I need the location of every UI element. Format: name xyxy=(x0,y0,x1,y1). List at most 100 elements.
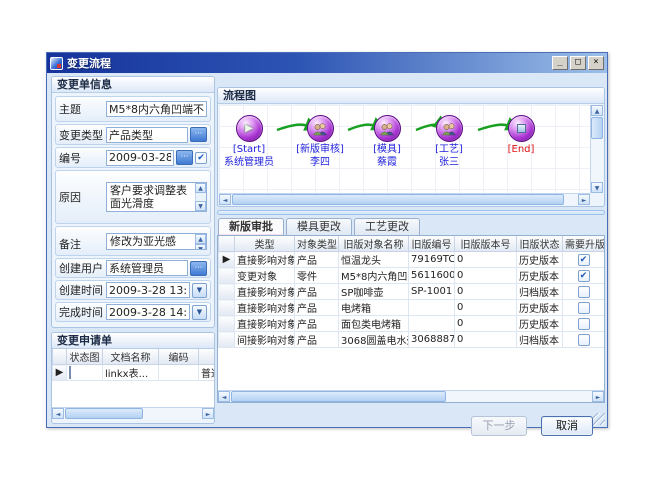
creator-input[interactable] xyxy=(106,260,188,276)
approval-table-hscrollbar[interactable]: ◄ ► xyxy=(218,390,604,402)
column-header[interactable]: 旧版对象名称 xyxy=(339,236,409,252)
finish-time-input[interactable] xyxy=(106,304,190,320)
tab-1[interactable]: 模具更改 xyxy=(286,218,352,235)
create-time-input[interactable] xyxy=(106,282,190,298)
cancel-button[interactable]: 取消 xyxy=(541,416,593,436)
flow-canvas[interactable]: ▶[Start]系统管理员 [新版审核]李四 [模具]蔡霞 [工艺]张三[End… xyxy=(219,105,590,193)
flow-node-start[interactable]: ▶[Start]系统管理员 xyxy=(219,115,281,168)
column-header[interactable]: 对象类型 xyxy=(295,236,339,252)
ellipsis-icon[interactable]: ··· xyxy=(176,150,193,165)
flow-node-2[interactable]: [模具]蔡霞 xyxy=(355,115,419,168)
scroll-left-icon[interactable]: ◄ xyxy=(52,408,64,419)
flow-node-1[interactable]: [新版审核]李四 xyxy=(288,115,352,168)
client-area: 变更单信息 主题 变更类型 ··· xyxy=(47,73,607,427)
close-icon[interactable]: × xyxy=(588,56,604,70)
ellipsis-icon[interactable]: ··· xyxy=(190,261,207,276)
upgrade-checkbox[interactable] xyxy=(578,302,590,314)
chevron-down-icon[interactable]: ▼ xyxy=(192,305,207,320)
table-row[interactable]: 变更对象零件M5*8内六角凹...56116000历史版本✔M5*8 xyxy=(219,268,605,284)
scroll-right-icon[interactable]: ► xyxy=(592,391,604,402)
column-header[interactable] xyxy=(199,349,215,365)
table-row[interactable]: 直接影响对象产品SP咖啡壶SP-10010归档版本SP咖 xyxy=(219,284,605,300)
window-title: 变更流程 xyxy=(67,55,111,71)
upgrade-checkbox[interactable] xyxy=(578,318,590,330)
next-step-button[interactable]: 下一步 xyxy=(471,416,527,436)
table-row[interactable]: 直接影响对象产品电烤箱0历史版本 xyxy=(219,300,605,316)
tab-0[interactable]: 新版审批 xyxy=(218,218,284,236)
column-header[interactable]: 旧版编号 xyxy=(409,236,455,252)
hscroll-thumb[interactable] xyxy=(65,408,143,419)
number-checkbox[interactable]: ✔ xyxy=(195,152,207,164)
splitter-handle[interactable] xyxy=(217,210,605,215)
field-label: 主题 xyxy=(59,101,106,117)
scroll-right-icon[interactable]: ► xyxy=(202,408,214,419)
table-row[interactable]: 直接影响对象产品面包类电烤箱0历史版本 xyxy=(219,316,605,332)
change-process-window: 变更流程 _ □ × 变更单信息 主题 变更 xyxy=(46,52,608,428)
scroll-down-icon[interactable]: ▼ xyxy=(195,244,206,250)
change-order-panel: 变更单信息 主题 变更类型 ··· xyxy=(51,76,215,425)
change-type-input[interactable] xyxy=(106,127,188,143)
upgrade-checkbox[interactable] xyxy=(578,334,590,346)
column-header[interactable]: 类型 xyxy=(235,236,295,252)
tab-2[interactable]: 工艺更改 xyxy=(354,218,420,235)
chevron-down-icon[interactable]: ▼ xyxy=(192,283,207,298)
reason-textarea[interactable]: 客户要求调整表面光滑度 ▲ ▼ xyxy=(106,182,207,212)
type-cell: 间接影响对象 xyxy=(235,332,295,348)
request-table-hscrollbar[interactable]: ◄ ► xyxy=(52,407,214,419)
column-header[interactable]: 需要升版 xyxy=(563,236,605,252)
scroll-right-icon[interactable]: ► xyxy=(578,194,590,205)
scroll-down-icon[interactable]: ▼ xyxy=(591,182,603,193)
ellipsis-icon[interactable]: ··· xyxy=(190,127,207,142)
scroll-up-icon[interactable]: ▲ xyxy=(195,183,206,193)
column-header[interactable]: 编码 xyxy=(159,349,199,365)
scroll-left-icon[interactable]: ◄ xyxy=(219,194,231,205)
field-label: 创建时间 xyxy=(59,282,106,298)
flow-vscrollbar[interactable]: ▲ ▼ xyxy=(590,105,603,193)
desktop: 变更流程 _ □ × 变更单信息 主题 变更 xyxy=(0,0,660,477)
flow-and-detail-panel: 流程图 ▶[St xyxy=(217,76,605,446)
table-row[interactable]: 间接影响对象产品3068圆盖电水壶30688870归档版本 xyxy=(219,332,605,348)
table-row[interactable]: ▶直接影响对象产品恒温龙头79169TC0历史版本✔ xyxy=(219,252,605,268)
upgrade-cell xyxy=(563,332,605,348)
flow-node-assignee: 李四 xyxy=(288,157,352,168)
scroll-left-icon[interactable]: ◄ xyxy=(218,391,230,402)
remark-textarea[interactable]: 修改为亚光感 ▲ ▼ xyxy=(106,233,207,250)
upgrade-checkbox[interactable] xyxy=(578,286,590,298)
title-bar[interactable]: 变更流程 _ □ × xyxy=(47,53,607,73)
minimize-icon[interactable]: _ xyxy=(552,56,568,70)
row-selector-icon xyxy=(219,332,235,348)
column-header[interactable]: 旧版状态 xyxy=(517,236,563,252)
flow-chart-group: 流程图 ▶[St xyxy=(217,87,605,207)
group-title: 变更申请单 xyxy=(52,333,214,349)
flow-node-label: [Start] xyxy=(219,144,281,155)
resize-grip[interactable] xyxy=(593,413,605,425)
scroll-up-icon[interactable]: ▲ xyxy=(591,105,603,116)
flow-hscrollbar[interactable]: ◄ ► xyxy=(219,193,590,205)
subject-input[interactable] xyxy=(106,101,207,117)
old_name-cell: 3068圆盖电水壶 xyxy=(339,332,409,348)
detail-tabs: 新版审批模具更改工艺更改 xyxy=(218,218,420,236)
row-selector-icon xyxy=(219,284,235,300)
old_name-cell: SP咖啡壶 xyxy=(339,284,409,300)
flow-node-end[interactable]: [End] xyxy=(489,115,553,155)
task-people-icon xyxy=(307,115,334,142)
remark-scrollbar[interactable]: ▲ ▼ xyxy=(195,234,206,249)
upgrade-checkbox[interactable]: ✔ xyxy=(578,254,590,266)
column-header[interactable]: 状态图 xyxy=(67,349,103,365)
flow-node-3[interactable]: [工艺]张三 xyxy=(417,115,481,168)
column-header[interactable]: 旧版版本号 xyxy=(455,236,517,252)
scroll-up-icon[interactable]: ▲ xyxy=(195,234,206,244)
maximize-icon[interactable]: □ xyxy=(570,56,586,70)
reason-scrollbar[interactable]: ▲ ▼ xyxy=(195,183,206,211)
field-label: 变更类型 xyxy=(59,127,106,143)
vscroll-thumb[interactable] xyxy=(591,117,603,139)
table-row[interactable]: ▶ linkx表... 普通 xyxy=(53,365,215,381)
number-input[interactable] xyxy=(106,150,174,166)
hscroll-thumb[interactable] xyxy=(231,391,446,402)
old_status-cell: 历史版本 xyxy=(517,316,563,332)
column-header[interactable]: 文档名称 xyxy=(103,349,159,365)
upgrade-checkbox[interactable]: ✔ xyxy=(578,270,590,282)
old_no-cell: 3068887 xyxy=(409,332,455,348)
hscroll-thumb[interactable] xyxy=(232,194,564,205)
scroll-down-icon[interactable]: ▼ xyxy=(195,201,206,211)
